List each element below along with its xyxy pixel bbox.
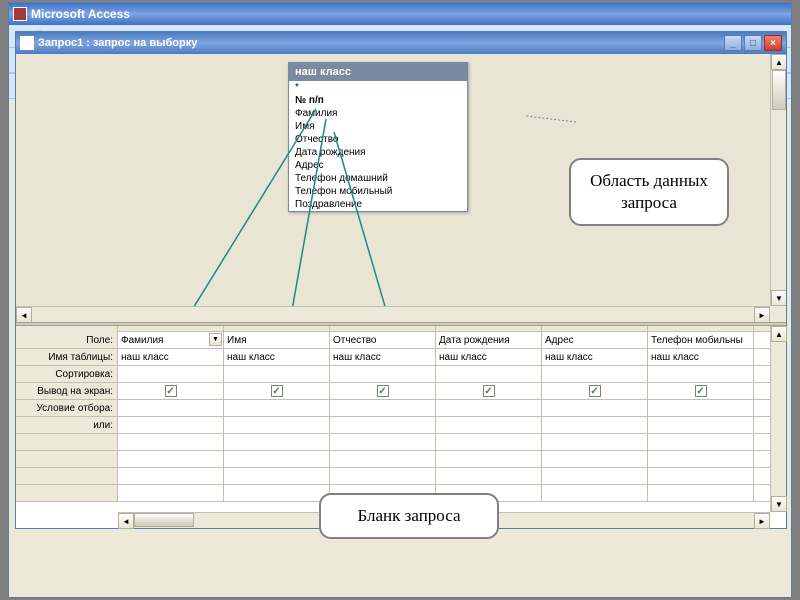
field-star[interactable]: *: [289, 81, 467, 94]
scroll-thumb[interactable]: [134, 513, 194, 527]
sort-cell[interactable]: [224, 366, 330, 382]
criteria-cell[interactable]: [436, 400, 542, 416]
label-show: Вывод на экран:: [16, 383, 118, 399]
table-box[interactable]: наш класс * № п/п Фамилия Имя Отчество Д…: [288, 62, 468, 212]
criteria-cell[interactable]: [542, 400, 648, 416]
grid-row-empty: [16, 434, 770, 451]
field-birthdate[interactable]: Дата рождения: [289, 146, 467, 159]
label-sort: Сортировка:: [16, 366, 118, 382]
grid-row-sort: Сортировка:: [16, 366, 770, 383]
scroll-down-icon[interactable]: ▼: [771, 496, 787, 512]
query-title: Запрос1 : запрос на выборку: [38, 37, 197, 49]
grid-row-criteria: Условие отбора:: [16, 400, 770, 417]
scroll-right-icon[interactable]: ►: [754, 307, 770, 322]
label-criteria: Условие отбора:: [16, 400, 118, 416]
criteria-cell[interactable]: [648, 400, 754, 416]
show-cell[interactable]: ✓: [436, 383, 542, 399]
sort-cell[interactable]: [436, 366, 542, 382]
show-checkbox[interactable]: ✓: [271, 385, 283, 397]
dropdown-caret-icon[interactable]: ▼: [209, 333, 222, 346]
grid-row-empty: [16, 451, 770, 468]
scroll-up-icon[interactable]: ▲: [771, 326, 787, 342]
main-window: Microsoft Access Файл Правка Вид Вставка…: [8, 2, 792, 598]
criteria-cell[interactable]: [330, 400, 436, 416]
field-cell[interactable]: Фамилия▼: [118, 332, 224, 348]
show-checkbox[interactable]: ✓: [165, 385, 177, 397]
app-title: Microsoft Access: [31, 7, 130, 21]
show-cell[interactable]: ✓: [542, 383, 648, 399]
upper-hscroll[interactable]: ◄ ►: [16, 306, 770, 322]
label-or: или:: [16, 417, 118, 433]
field-cell[interactable]: Отчество: [330, 332, 436, 348]
or-cell[interactable]: [542, 417, 648, 433]
show-checkbox[interactable]: ✓: [483, 385, 495, 397]
sort-cell[interactable]: [542, 366, 648, 382]
field-mobile-phone[interactable]: Телефон мобильный: [289, 185, 467, 198]
app-titlebar[interactable]: Microsoft Access: [9, 3, 791, 25]
label-field: Поле:: [16, 332, 118, 348]
table-cell[interactable]: наш класс: [542, 349, 648, 365]
field-cell[interactable]: Дата рождения: [436, 332, 542, 348]
scroll-left-icon[interactable]: ◄: [16, 307, 32, 322]
or-cell[interactable]: [224, 417, 330, 433]
scroll-up-icon[interactable]: ▲: [771, 54, 786, 70]
field-name[interactable]: Имя: [289, 120, 467, 133]
sort-cell[interactable]: [330, 366, 436, 382]
field-cell[interactable]: Имя: [224, 332, 330, 348]
minimize-button[interactable]: _: [724, 35, 742, 51]
grid-row-table: Имя таблицы: наш класс наш класс наш кла…: [16, 349, 770, 366]
or-cell[interactable]: [118, 417, 224, 433]
show-cell[interactable]: ✓: [224, 383, 330, 399]
field-patronymic[interactable]: Отчество: [289, 133, 467, 146]
grid-row-or: или:: [16, 417, 770, 434]
sort-cell[interactable]: [118, 366, 224, 382]
grid-row-field: Поле: Фамилия▼ Имя Отчество Дата рождени…: [16, 332, 770, 349]
criteria-cell[interactable]: [224, 400, 330, 416]
show-checkbox[interactable]: ✓: [377, 385, 389, 397]
field-surname[interactable]: Фамилия: [289, 107, 467, 120]
field-cell[interactable]: Адрес: [542, 332, 648, 348]
scroll-left-icon[interactable]: ◄: [118, 513, 134, 529]
callout-data-area: Область данных запроса: [569, 158, 729, 226]
table-cell[interactable]: наш класс: [330, 349, 436, 365]
field-greeting[interactable]: Поздравление: [289, 198, 467, 211]
table-cell[interactable]: наш класс: [224, 349, 330, 365]
scroll-down-icon[interactable]: ▼: [771, 290, 786, 306]
criteria-cell[interactable]: [118, 400, 224, 416]
app-icon: [13, 7, 27, 21]
callout-design-grid: Бланк запроса: [319, 493, 499, 539]
sort-cell[interactable]: [648, 366, 754, 382]
or-cell[interactable]: [436, 417, 542, 433]
show-cell[interactable]: ✓: [330, 383, 436, 399]
query-window: Запрос1 : запрос на выборку _ □ × наш кл…: [15, 31, 787, 529]
field-cell[interactable]: Телефон мобильны: [648, 332, 754, 348]
scroll-right-icon[interactable]: ►: [754, 513, 770, 529]
maximize-button[interactable]: □: [744, 35, 762, 51]
label-table: Имя таблицы:: [16, 349, 118, 365]
or-cell[interactable]: [648, 417, 754, 433]
show-checkbox[interactable]: ✓: [589, 385, 601, 397]
show-checkbox[interactable]: ✓: [695, 385, 707, 397]
upper-vscroll[interactable]: ▲ ▼: [770, 54, 786, 306]
show-cell[interactable]: ✓: [118, 383, 224, 399]
grid-row-empty: [16, 468, 770, 485]
table-box-title[interactable]: наш класс: [289, 63, 467, 81]
or-cell[interactable]: [330, 417, 436, 433]
query-titlebar[interactable]: Запрос1 : запрос на выборку _ □ ×: [16, 32, 786, 54]
field-address[interactable]: Адрес: [289, 159, 467, 172]
field-np[interactable]: № п/п: [289, 94, 467, 107]
query-icon: [20, 36, 34, 50]
table-cell[interactable]: наш класс: [436, 349, 542, 365]
field-home-phone[interactable]: Телефон домашний: [289, 172, 467, 185]
scroll-thumb[interactable]: [772, 70, 786, 110]
lower-vscroll[interactable]: ▲ ▼: [770, 326, 786, 512]
grid-row-show: Вывод на экран: ✓ ✓ ✓ ✓ ✓ ✓: [16, 383, 770, 400]
table-cell[interactable]: наш класс: [648, 349, 754, 365]
show-cell[interactable]: ✓: [648, 383, 754, 399]
table-cell[interactable]: наш класс: [118, 349, 224, 365]
close-button[interactable]: ×: [764, 35, 782, 51]
